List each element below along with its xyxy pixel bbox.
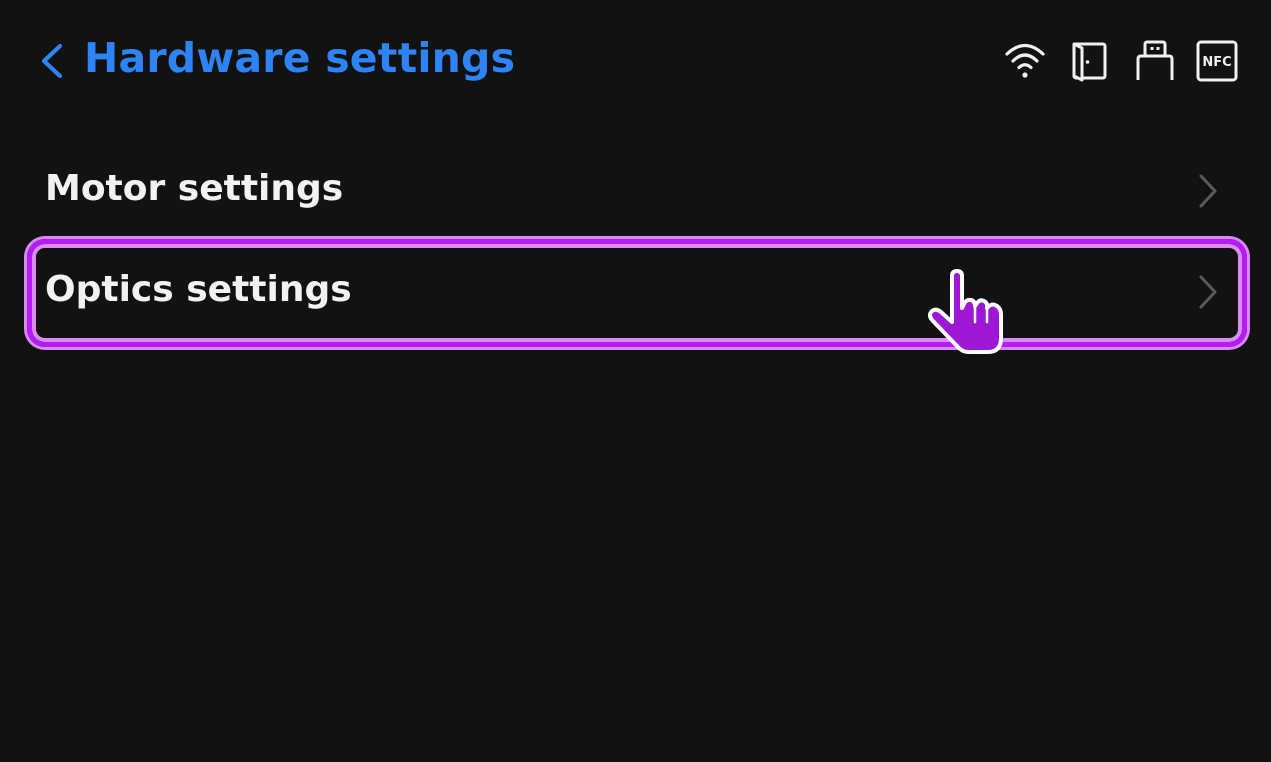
nfc-icon: NFC <box>1196 40 1238 82</box>
menu-item-label: Optics settings <box>45 269 352 310</box>
menu-item-optics-settings[interactable]: Optics settings <box>32 246 1240 338</box>
back-button[interactable] <box>36 38 76 84</box>
header: Hardware settings NFC <box>0 0 1271 120</box>
door-icon <box>1072 42 1107 82</box>
wifi-icon <box>1005 43 1045 78</box>
page-title: Hardware settings <box>84 34 516 82</box>
status-icons: NFC <box>1000 38 1250 84</box>
usb-icon <box>1136 40 1174 80</box>
menu-item-label: Motor settings <box>45 168 344 209</box>
menu-item-motor-settings[interactable]: Motor settings <box>32 145 1240 237</box>
chevron-left-icon <box>41 43 63 79</box>
chevron-right-icon <box>1199 174 1217 208</box>
hardware-settings-screen: Hardware settings NFC Motor settings Opt… <box>0 0 1271 762</box>
nfc-label: NFC <box>1202 55 1231 70</box>
chevron-right-icon <box>1199 275 1217 309</box>
